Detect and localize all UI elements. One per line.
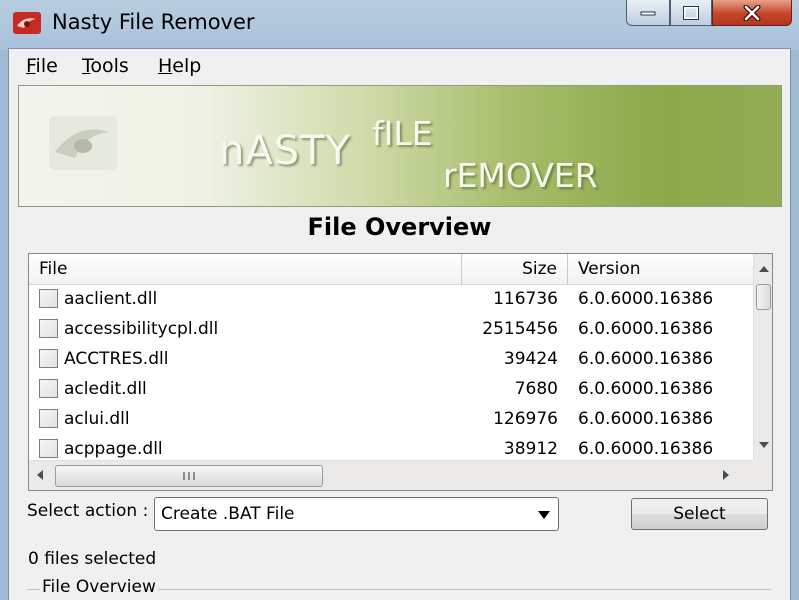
title-bar[interactable]: Nasty File Remover [0, 0, 799, 48]
scroll-up-button[interactable] [754, 258, 772, 280]
cell-file-name: acppage.dll [64, 439, 163, 459]
table-row[interactable]: acledit.dll 7680 6.0.6000.16386 [29, 374, 753, 404]
row-checkbox[interactable] [39, 349, 58, 368]
section-title: File Overview [307, 213, 492, 241]
grip-icon [183, 472, 195, 480]
client-area: File Tools Help nASTY fILE rEMOVER File … [8, 48, 791, 600]
selection-status: 0 files selected [28, 549, 157, 569]
row-checkbox[interactable] [39, 319, 58, 338]
list-header: File Size Version [29, 254, 753, 285]
app-banner: nASTY fILE rEMOVER [18, 85, 782, 207]
app-logo-icon [13, 12, 41, 34]
app-window: Nasty File Remover File Tools Help nASTY… [0, 0, 799, 600]
banner-text-remover: rEMOVER [443, 156, 598, 195]
row-checkbox[interactable] [39, 439, 58, 458]
scroll-down-button[interactable] [754, 434, 772, 456]
cell-file-name: aclui.dll [64, 409, 130, 429]
arrow-down-icon [758, 442, 769, 448]
action-label: Select action : [27, 501, 149, 521]
cell-file-name: ACCTRES.dll [64, 349, 169, 369]
row-checkbox[interactable] [39, 289, 58, 308]
scroll-corner [753, 460, 772, 490]
close-icon [743, 4, 761, 21]
cell-version: 6.0.6000.16386 [578, 289, 714, 309]
maximize-button[interactable] [670, 0, 712, 26]
row-checkbox[interactable] [39, 409, 58, 428]
window-title: Nasty File Remover [52, 10, 255, 34]
cell-size: 39424 [503, 349, 558, 369]
action-select-value: Create .BAT File [161, 504, 295, 524]
menu-tools[interactable]: Tools [82, 55, 129, 77]
column-header-size[interactable]: Size [462, 254, 568, 284]
menu-help[interactable]: Help [158, 55, 201, 77]
cell-size: 7680 [514, 379, 558, 399]
cell-file-name: accessibilitycpl.dll [64, 319, 219, 339]
maximize-icon [683, 5, 699, 20]
menu-file[interactable]: File [26, 55, 58, 77]
banner-text-nasty: nASTY [219, 128, 351, 174]
cell-version: 6.0.6000.16386 [578, 349, 714, 369]
cell-version: 6.0.6000.16386 [578, 409, 714, 429]
close-button[interactable] [712, 0, 792, 26]
dropdown-arrow-icon [538, 511, 550, 519]
table-row[interactable]: accessibilitycpl.dll 2515456 6.0.6000.16… [29, 314, 753, 344]
cell-size: 2515456 [482, 319, 558, 339]
cell-size: 116736 [493, 289, 558, 309]
cell-file-name: aaclient.dll [64, 289, 158, 309]
file-list[interactable]: File Size Version aaclient.dll 116736 6.… [28, 253, 773, 491]
table-row[interactable]: ACCTRES.dll 39424 6.0.6000.16386 [29, 344, 753, 374]
minimize-icon [640, 11, 656, 15]
row-checkbox[interactable] [39, 379, 58, 398]
horizontal-scroll-thumb[interactable] [55, 465, 323, 487]
cell-file-name: acledit.dll [64, 379, 147, 399]
arrow-right-icon [723, 470, 729, 480]
minimize-button[interactable] [626, 0, 670, 26]
group-label: File Overview [40, 577, 158, 597]
cell-version: 6.0.6000.16386 [578, 319, 714, 339]
menu-bar: File Tools Help [9, 49, 790, 84]
vertical-scrollbar[interactable] [753, 254, 772, 460]
cell-size: 38912 [503, 439, 558, 459]
table-row[interactable]: aclui.dll 126976 6.0.6000.16386 [29, 404, 753, 434]
cell-version: 6.0.6000.16386 [578, 439, 714, 459]
action-select[interactable]: Create .BAT File [154, 497, 559, 531]
banner-logo-icon [49, 116, 117, 170]
table-row[interactable]: aaclient.dll 116736 6.0.6000.16386 [29, 284, 753, 314]
banner-text-file: fILE [372, 114, 433, 153]
scroll-right-button[interactable] [723, 467, 731, 486]
arrow-up-icon [758, 266, 769, 272]
scroll-left-button[interactable] [35, 467, 43, 486]
cell-version: 6.0.6000.16386 [578, 379, 714, 399]
cell-size: 126976 [493, 409, 558, 429]
column-header-version[interactable]: Version [568, 254, 753, 284]
select-button[interactable]: Select [631, 498, 768, 530]
vertical-scroll-thumb[interactable] [756, 284, 771, 310]
arrow-left-icon [37, 470, 43, 480]
horizontal-scrollbar[interactable] [29, 460, 753, 490]
column-header-file[interactable]: File [29, 254, 462, 284]
